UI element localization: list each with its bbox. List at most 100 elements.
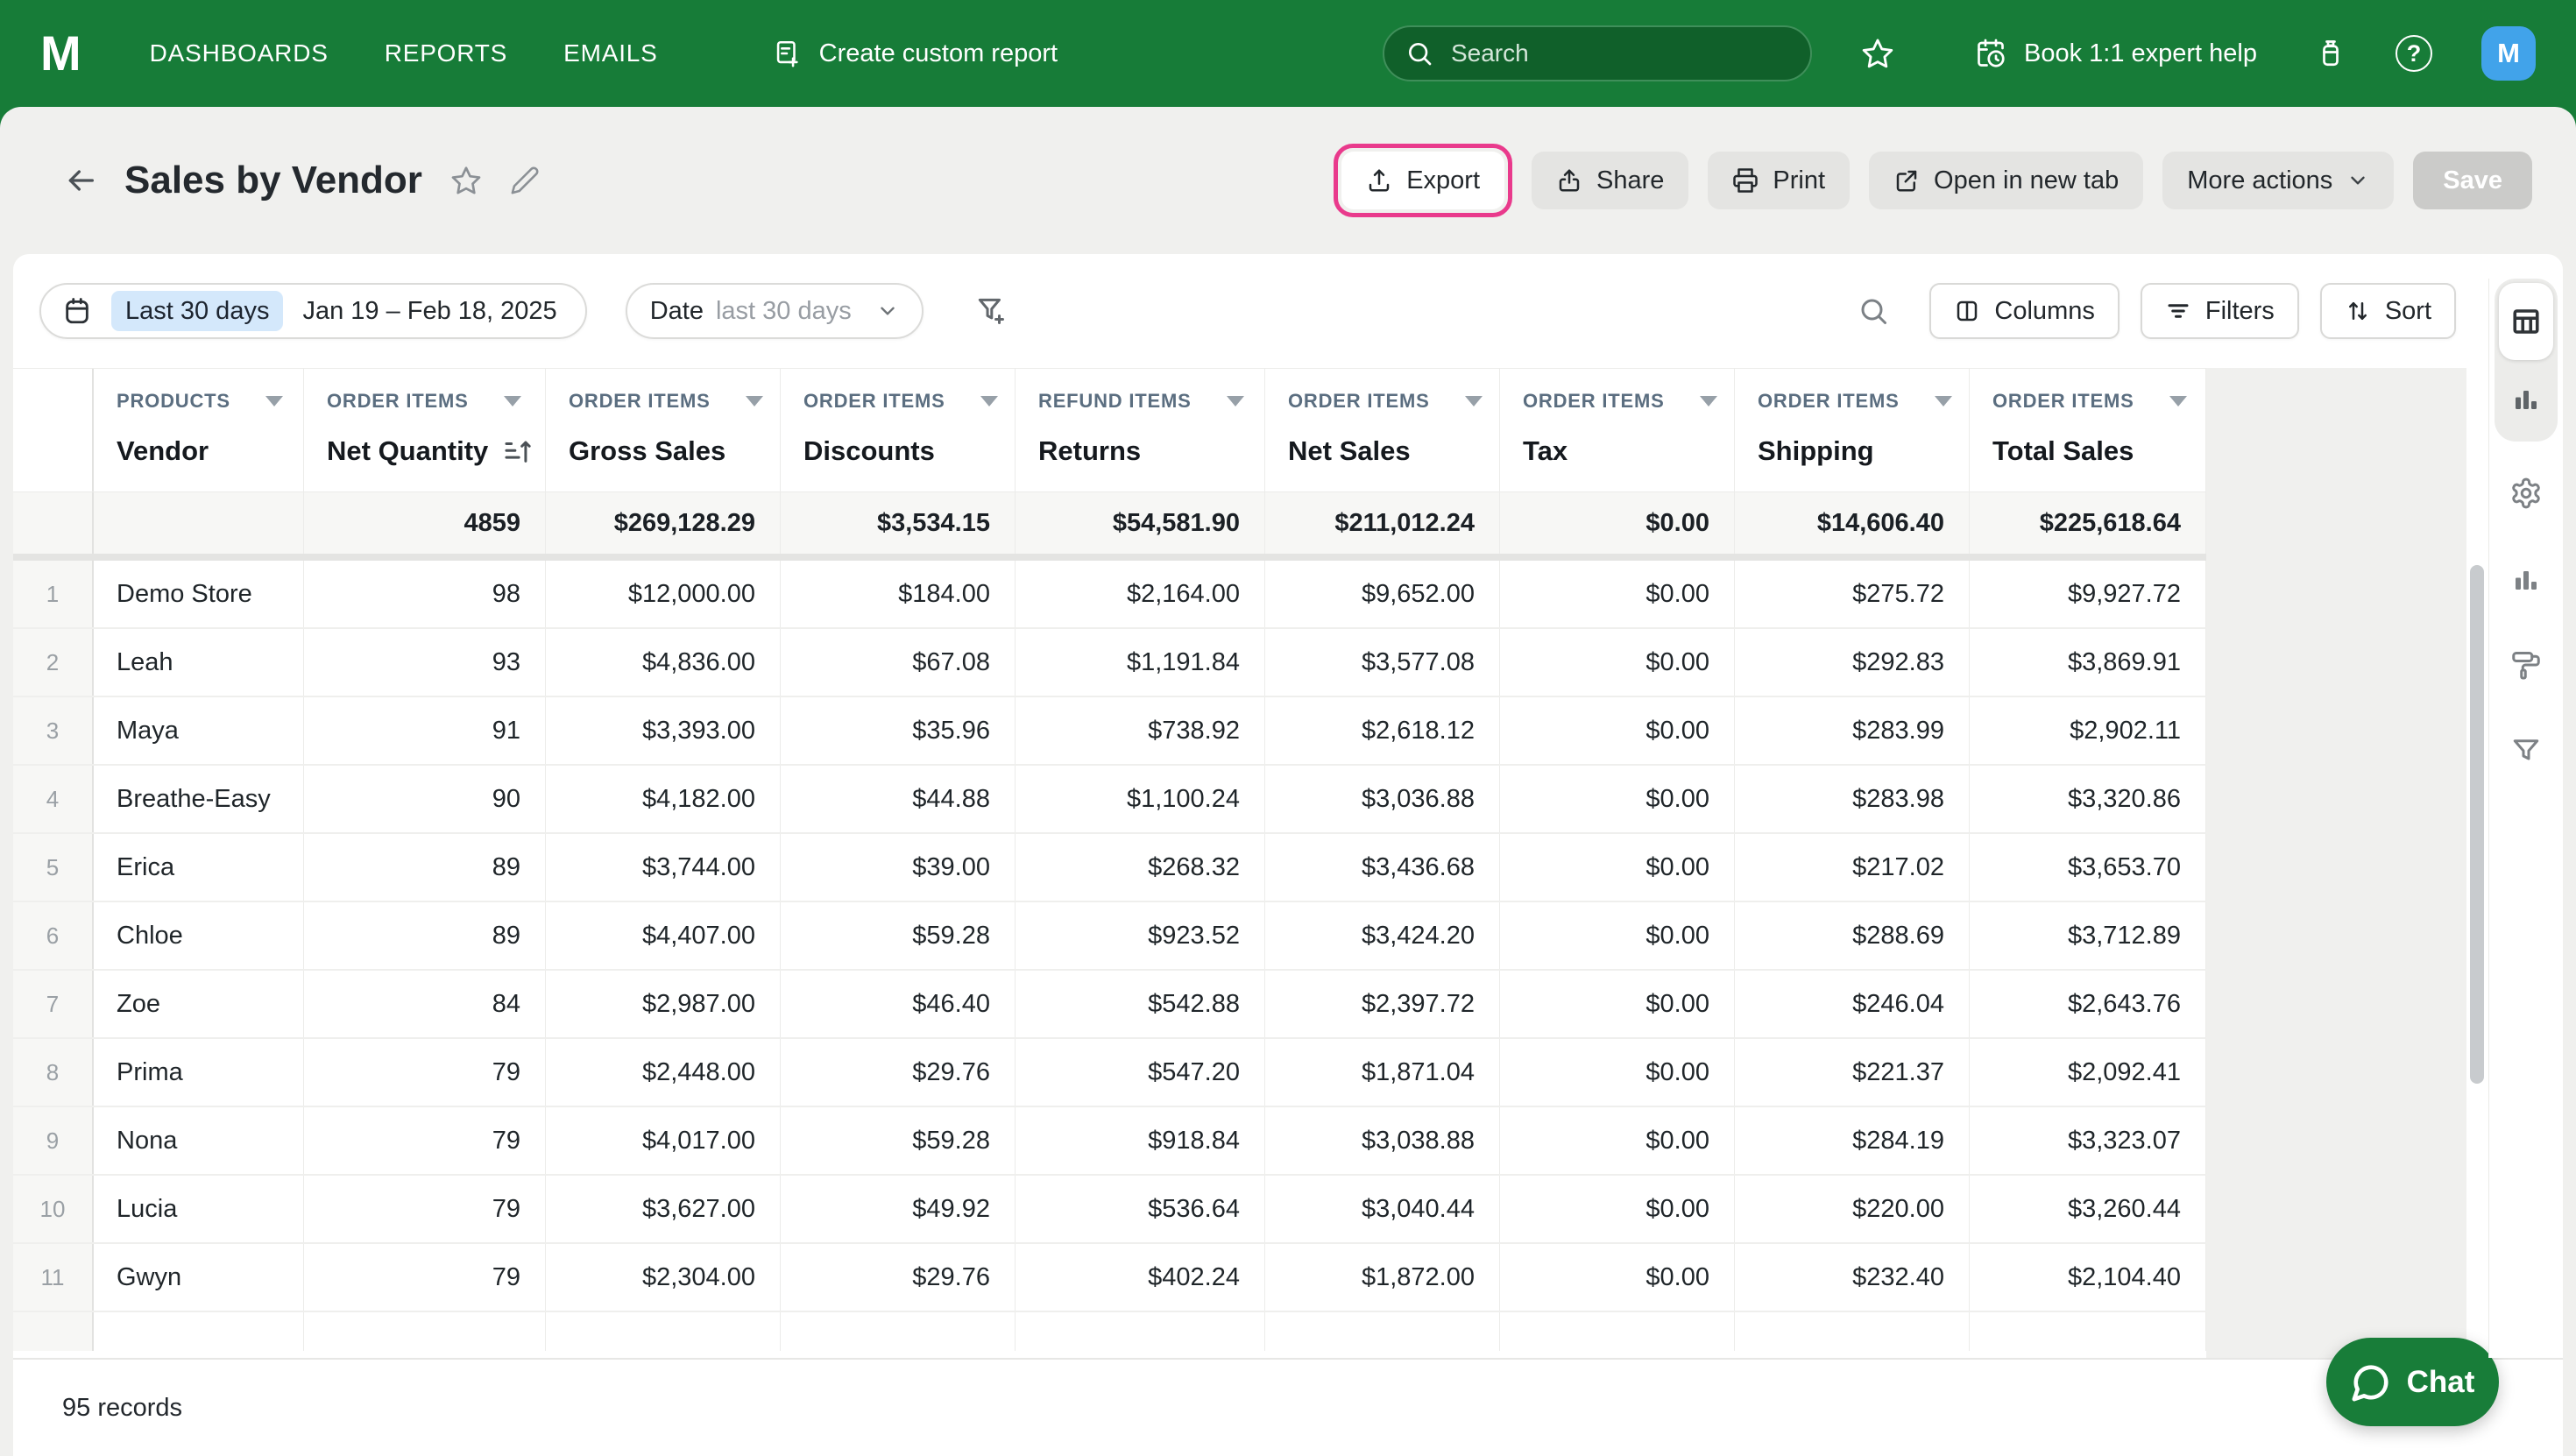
print-button[interactable]: Print	[1708, 152, 1851, 209]
column-name-label: Gross Sales	[569, 435, 726, 466]
table-row[interactable]: 5 Erica 89 $3,744.00 $39.00 $268.32 $3,436.68 $…	[13, 834, 2206, 902]
column-menu-caret-icon[interactable]	[745, 396, 763, 406]
book-expert-help-button[interactable]: Book 1:1 expert help	[1975, 38, 2257, 69]
totals-row: 4859 $269,128.29 $3,534.15 $54,581.90 $211,0…	[13, 492, 2206, 561]
chart-view-button[interactable]	[2499, 360, 2553, 437]
column-header-gross-sales[interactable]: ORDER ITEMS Gross Sales	[546, 369, 781, 491]
edit-pencil-icon[interactable]	[510, 166, 540, 195]
sort-label: Sort	[2384, 296, 2431, 325]
column-menu-caret-icon[interactable]	[1464, 396, 1483, 406]
date-filter-field: Date	[649, 296, 704, 325]
more-actions-button[interactable]: More actions	[2162, 152, 2395, 209]
global-search[interactable]	[1382, 25, 1812, 81]
chat-button[interactable]: Chat	[2326, 1338, 2499, 1426]
column-header-tax[interactable]: ORDER ITEMS Tax	[1500, 369, 1735, 491]
top-nav: M DASHBOARDS REPORTS EMAILS Create custo…	[0, 0, 2576, 107]
column-menu-caret-icon[interactable]	[1226, 396, 1244, 406]
cell-returns: $1,100.24	[1016, 766, 1265, 832]
cell-returns: $547.20	[1016, 1039, 1265, 1106]
report-toolbar: Last 30 days Jan 19 – Feb 18, 2025 Date …	[13, 254, 2563, 368]
table-row[interactable]: 4 Breathe-Easy 90 $4,182.00 $44.88 $1,100.24 $…	[13, 766, 2206, 834]
scrollbar-thumb[interactable]	[2470, 565, 2484, 1084]
cell-net-quantity: 89	[304, 902, 546, 969]
column-header-vendor[interactable]: PRODUCTS Vendor	[94, 369, 304, 491]
column-name-label: Tax	[1523, 435, 1568, 466]
filters-button[interactable]: Filters	[2140, 283, 2299, 339]
nav-item-dashboards[interactable]: DASHBOARDS	[150, 39, 329, 67]
cell-net-quantity: 84	[304, 971, 546, 1037]
table-row[interactable]: 7 Zoe 84 $2,987.00 $46.40 $542.88 $2,397.72 $0.…	[13, 971, 2206, 1039]
column-header-net-sales[interactable]: ORDER ITEMS Net Sales	[1265, 369, 1500, 491]
cell-gross-sales: $3,744.00	[546, 834, 781, 901]
brand-logo[interactable]: M	[40, 29, 81, 78]
column-menu-caret-icon[interactable]	[1934, 396, 1952, 406]
cell-total-sales: $2,104.40	[1970, 1244, 2206, 1311]
row-number: 5	[13, 834, 94, 901]
table-row[interactable]: 8 Prima 79 $2,448.00 $29.76 $547.20 $1,871.04 $…	[13, 1039, 2206, 1107]
user-avatar[interactable]: M	[2481, 26, 2536, 81]
share-button[interactable]: Share	[1532, 152, 1689, 209]
filter-button[interactable]	[2501, 725, 2551, 776]
column-menu-caret-icon[interactable]	[503, 396, 521, 406]
sort-button[interactable]: Sort	[2319, 283, 2456, 339]
add-filter-funnel-icon[interactable]	[974, 294, 1008, 328]
help-icon[interactable]: ?	[2396, 35, 2432, 72]
favorite-report-star-icon[interactable]	[450, 165, 482, 196]
style-button[interactable]	[2501, 640, 2551, 690]
column-name-label: Net Sales	[1288, 435, 1411, 466]
nav-item-reports[interactable]: REPORTS	[385, 39, 507, 67]
table-row[interactable]: 10 Lucia 79 $3,627.00 $49.92 $536.64 $3,040.44…	[13, 1176, 2206, 1244]
column-header-returns[interactable]: REFUND ITEMS Returns	[1016, 369, 1265, 491]
settings-button[interactable]	[2501, 468, 2551, 519]
back-arrow-icon[interactable]	[63, 163, 98, 198]
bar-chart-icon	[2516, 571, 2537, 590]
favorites-star-icon[interactable]	[1861, 37, 1894, 70]
column-header-shipping[interactable]: ORDER ITEMS Shipping	[1735, 369, 1970, 491]
row-number: 10	[13, 1176, 94, 1242]
column-menu-caret-icon[interactable]	[980, 396, 998, 406]
cell-returns: $1,191.84	[1016, 629, 1265, 696]
cell-tax: $0.00	[1500, 766, 1735, 832]
product-bottle-icon[interactable]	[2315, 38, 2346, 69]
table-row[interactable]: 11 Gwyn 79 $2,304.00 $29.76 $402.24 $1,872.00 $…	[13, 1244, 2206, 1312]
open-in-new-tab-button[interactable]: Open in new tab	[1869, 152, 2144, 209]
date-preset-chip[interactable]: Last 30 days	[111, 291, 284, 331]
column-menu-caret-icon[interactable]	[2169, 396, 2187, 406]
create-custom-report-button[interactable]: Create custom report	[772, 39, 1058, 68]
search-input[interactable]	[1448, 39, 1738, 68]
column-menu-caret-icon[interactable]	[265, 396, 283, 406]
row-number-header	[13, 369, 94, 491]
column-header-discounts[interactable]: ORDER ITEMS Discounts	[781, 369, 1016, 491]
chart-settings-button[interactable]	[2501, 554, 2551, 604]
date-filter-dropdown[interactable]: Date last 30 days	[625, 283, 924, 339]
columns-button[interactable]: Columns	[1929, 283, 2120, 339]
table-view-button[interactable]	[2499, 283, 2553, 360]
table-row[interactable]: 9 Nona 79 $4,017.00 $59.28 $918.84 $3,038.88 $0…	[13, 1107, 2206, 1176]
gear-icon	[2512, 477, 2540, 509]
cell-shipping: $283.98	[1735, 766, 1970, 832]
column-header-net-quantity[interactable]: ORDER ITEMS Net Quantity	[304, 369, 546, 491]
cell-shipping: $246.04	[1735, 971, 1970, 1037]
save-button[interactable]: Save	[2413, 152, 2532, 209]
cell-discounts: $29.76	[781, 1244, 1016, 1311]
table-row[interactable]: 1 Demo Store 98 $12,000.00 $184.00 $2,164.00 $…	[13, 561, 2206, 629]
table-row[interactable]: 3 Maya 91 $3,393.00 $35.96 $738.92 $2,618.12 $0…	[13, 697, 2206, 766]
row-number: 4	[13, 766, 94, 832]
cell-vendor: Erica	[94, 834, 304, 901]
column-menu-caret-icon[interactable]	[1699, 396, 1717, 406]
cell	[1016, 1312, 1265, 1351]
cell-tax: $0.00	[1500, 1039, 1735, 1106]
column-header-total-sales[interactable]: ORDER ITEMS Total Sales	[1970, 369, 2206, 491]
table-row[interactable]: 6 Chloe 89 $4,407.00 $59.28 $923.52 $3,424.20 $…	[13, 902, 2206, 971]
table-search-icon[interactable]	[1858, 295, 1889, 327]
nav-item-emails[interactable]: EMAILS	[563, 39, 658, 67]
cell-net-sales: $3,036.88	[1265, 766, 1500, 832]
cell-total-sales: $3,869.91	[1970, 629, 2206, 696]
column-name: Vendor	[117, 435, 303, 467]
date-range-picker[interactable]: Last 30 days Jan 19 – Feb 18, 2025	[39, 283, 587, 339]
page-title: Sales by Vendor	[124, 159, 422, 201]
table-icon	[2513, 309, 2539, 334]
date-range-text: Jan 19 – Feb 18, 2025	[302, 296, 557, 325]
export-button[interactable]: Export	[1341, 152, 1505, 209]
table-row[interactable]: 2 Leah 93 $4,836.00 $67.08 $1,191.84 $3,577.08…	[13, 629, 2206, 697]
